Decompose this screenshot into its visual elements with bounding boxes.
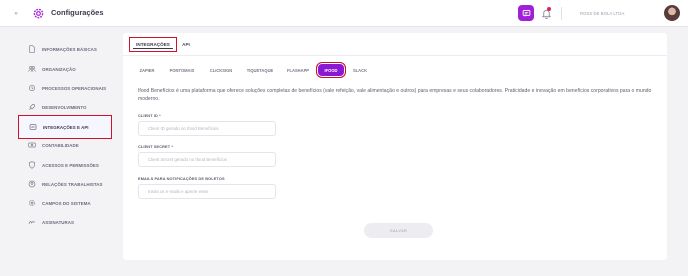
- process-icon: [29, 85, 35, 91]
- sidebar-item-label: CONTABILIDADE: [42, 142, 79, 148]
- subtab-pontomais[interactable]: PONTOMAIS: [167, 65, 197, 75]
- signature-icon: [28, 220, 35, 225]
- client-secret-label: CLIENT SECRET *: [138, 144, 174, 149]
- chat-button[interactable]: [518, 5, 534, 21]
- divider: [561, 7, 562, 20]
- subtab-slack[interactable]: SLACK: [350, 65, 370, 75]
- client-id-label: CLIENT ID *: [138, 113, 161, 118]
- client-id-input[interactable]: [138, 121, 276, 136]
- notification-badge: [547, 7, 551, 11]
- avatar[interactable]: [664, 5, 680, 21]
- sidebar-item-contabilidade[interactable]: CONTABILIDADE: [18, 138, 112, 152]
- sidebar-item-assinaturas[interactable]: ASSINATURAS: [18, 215, 112, 229]
- sidebar-item-label: ACESSOS E PERMISSÕES: [42, 162, 99, 168]
- sidebar-item-label: INFORMAÇÕES BÁSICAS: [42, 46, 97, 52]
- company-name[interactable]: ROSS DE BOLA LTDA.: [580, 11, 625, 16]
- sidebar-item-label: PROCESSOS OPERACIONAIS: [42, 85, 107, 91]
- sidebar-item-label: DESENVOLVIMENTO: [42, 104, 87, 110]
- people-icon: [28, 66, 36, 72]
- dollar-icon: [28, 142, 36, 148]
- chat-icon: [522, 9, 530, 17]
- sidebar-item-label: CAMPOS DO SISTEMA: [42, 200, 91, 206]
- tab-api[interactable]: API: [179, 37, 193, 52]
- sidebar-item-campos-do-sistema[interactable]: CAMPOS DO SISTEMA: [18, 196, 112, 210]
- sidebar-item-acessos-e-permissoes[interactable]: ACESSOS E PERMISSÕES: [18, 158, 112, 172]
- tab-integracoes[interactable]: INTEGRAÇÕES: [129, 37, 177, 52]
- tab-divider: [123, 55, 667, 56]
- subtab-flashapp[interactable]: FLASHAPP: [285, 65, 311, 75]
- sidebar-item-label: INTEGRAÇÕES E API: [43, 124, 89, 130]
- boleto-emails-label: EMAILS PARA NOTIFICAÇÕES DE BOLETOS: [138, 176, 225, 181]
- sidebar-item-informacoes-basicas[interactable]: INFORMAÇÕES BÁSICAS: [18, 42, 112, 56]
- integration-description: Ifood Benefícios é uma plataforma que of…: [138, 88, 652, 102]
- boleto-emails-input[interactable]: [138, 184, 276, 199]
- subtab-ifood[interactable]: IFOOD: [316, 62, 346, 78]
- sidebar-item-desenvolvimento[interactable]: DESENVOLVIMENTO: [18, 100, 112, 114]
- subtab-clicksign[interactable]: CLICKSIGN: [207, 65, 235, 75]
- sidebar-item-label: ASSINATURAS: [42, 219, 74, 225]
- sidebar-item-organizacao[interactable]: ORGANIZAÇÃO: [18, 62, 112, 76]
- save-button[interactable]: SALVAR: [364, 223, 433, 238]
- subtab-tiquetaque[interactable]: TIQUETAQUE: [244, 65, 276, 75]
- sidebar-item-integracoes-e-api[interactable]: API INTEGRAÇÕES E API: [18, 115, 112, 139]
- sidebar-item-relacoes-trabalhistas[interactable]: RELAÇÕES TRABALHISTAS: [18, 177, 112, 191]
- sidebar-item-label: ORGANIZAÇÃO: [42, 66, 76, 72]
- badge-icon: [28, 180, 36, 188]
- page-title: Configurações: [51, 8, 104, 17]
- client-secret-input[interactable]: [138, 152, 276, 167]
- sidebar-item-label: RELAÇÕES TRABALHISTAS: [42, 181, 103, 187]
- sidebar-item-processos-operacionais[interactable]: PROCESSOS OPERACIONAIS: [18, 81, 112, 95]
- file-icon: [29, 45, 35, 53]
- settings-icon: [29, 200, 35, 206]
- rocket-icon: [29, 103, 36, 110]
- subtab-zapier[interactable]: ZAPIER: [136, 65, 158, 75]
- shield-icon: [29, 161, 35, 169]
- top-bar: » Configurações ROSS DE BOLA LTDA.: [0, 0, 688, 27]
- api-icon: API: [29, 124, 37, 130]
- svg-text:API: API: [31, 126, 35, 129]
- expand-sidebar-icon[interactable]: »: [12, 10, 20, 18]
- gear-icon: [33, 8, 44, 19]
- integrations-panel: INTEGRAÇÕES API ZAPIER PONTOMAIS CLICKSI…: [123, 33, 667, 260]
